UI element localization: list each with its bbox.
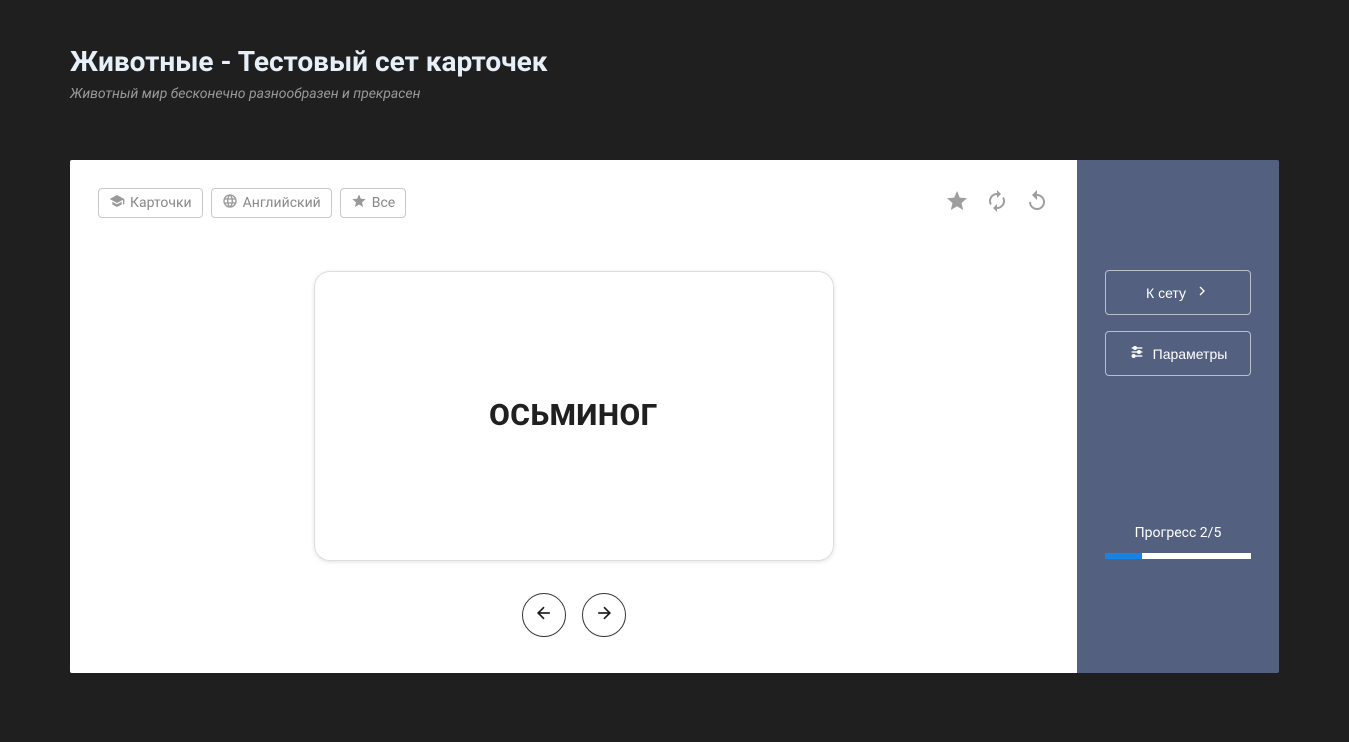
globe-icon bbox=[222, 193, 238, 213]
progress-bar bbox=[1105, 553, 1251, 559]
language-chip[interactable]: Английский bbox=[211, 188, 332, 218]
star-icon bbox=[351, 193, 367, 213]
sliders-icon bbox=[1129, 344, 1145, 363]
page-title: Животные - Тестовый сет карточек bbox=[70, 45, 1279, 78]
cards-icon bbox=[109, 193, 125, 213]
mode-chip-label: Карточки bbox=[130, 195, 192, 211]
shuffle-icon bbox=[985, 189, 1009, 217]
app-container: Карточки Английский Все bbox=[70, 160, 1279, 673]
icon-row bbox=[945, 191, 1049, 215]
arrow-left-icon bbox=[534, 603, 554, 627]
side-bottom: Прогресс 2/5 bbox=[1105, 525, 1251, 559]
to-set-button[interactable]: К сету bbox=[1105, 270, 1251, 315]
favorite-button[interactable] bbox=[945, 191, 969, 215]
language-chip-label: Английский bbox=[243, 195, 321, 211]
side-top: К сету Параметры bbox=[1105, 270, 1251, 376]
side-panel: К сету Параметры bbox=[1077, 160, 1279, 673]
arrow-right-icon bbox=[594, 603, 614, 627]
main-panel: Карточки Английский Все bbox=[70, 160, 1077, 673]
toolbar: Карточки Английский Все bbox=[98, 188, 1049, 218]
filter-chip-label: Все bbox=[372, 195, 395, 211]
mode-chip[interactable]: Карточки bbox=[98, 188, 203, 218]
restart-button[interactable] bbox=[1025, 191, 1049, 215]
chip-row: Карточки Английский Все bbox=[98, 188, 406, 218]
page-subtitle: Животный мир бесконечно разнообразен и п… bbox=[70, 86, 1279, 102]
chevron-right-icon bbox=[1194, 283, 1210, 302]
progress-fill bbox=[1105, 553, 1142, 559]
filter-chip[interactable]: Все bbox=[340, 188, 406, 218]
next-button[interactable] bbox=[582, 593, 626, 637]
prev-button[interactable] bbox=[522, 593, 566, 637]
progress-label: Прогресс 2/5 bbox=[1105, 525, 1251, 541]
params-label: Параметры bbox=[1153, 346, 1228, 362]
shuffle-button[interactable] bbox=[985, 191, 1009, 215]
card-area: ОСЬМИНОГ bbox=[98, 238, 1049, 593]
nav-controls bbox=[98, 593, 1049, 645]
star-icon bbox=[945, 189, 969, 217]
to-set-label: К сету bbox=[1146, 285, 1186, 301]
flashcard-text: ОСЬМИНОГ bbox=[489, 398, 658, 433]
flashcard[interactable]: ОСЬМИНОГ bbox=[314, 271, 834, 561]
params-button[interactable]: Параметры bbox=[1105, 331, 1251, 376]
restart-icon bbox=[1025, 189, 1049, 217]
